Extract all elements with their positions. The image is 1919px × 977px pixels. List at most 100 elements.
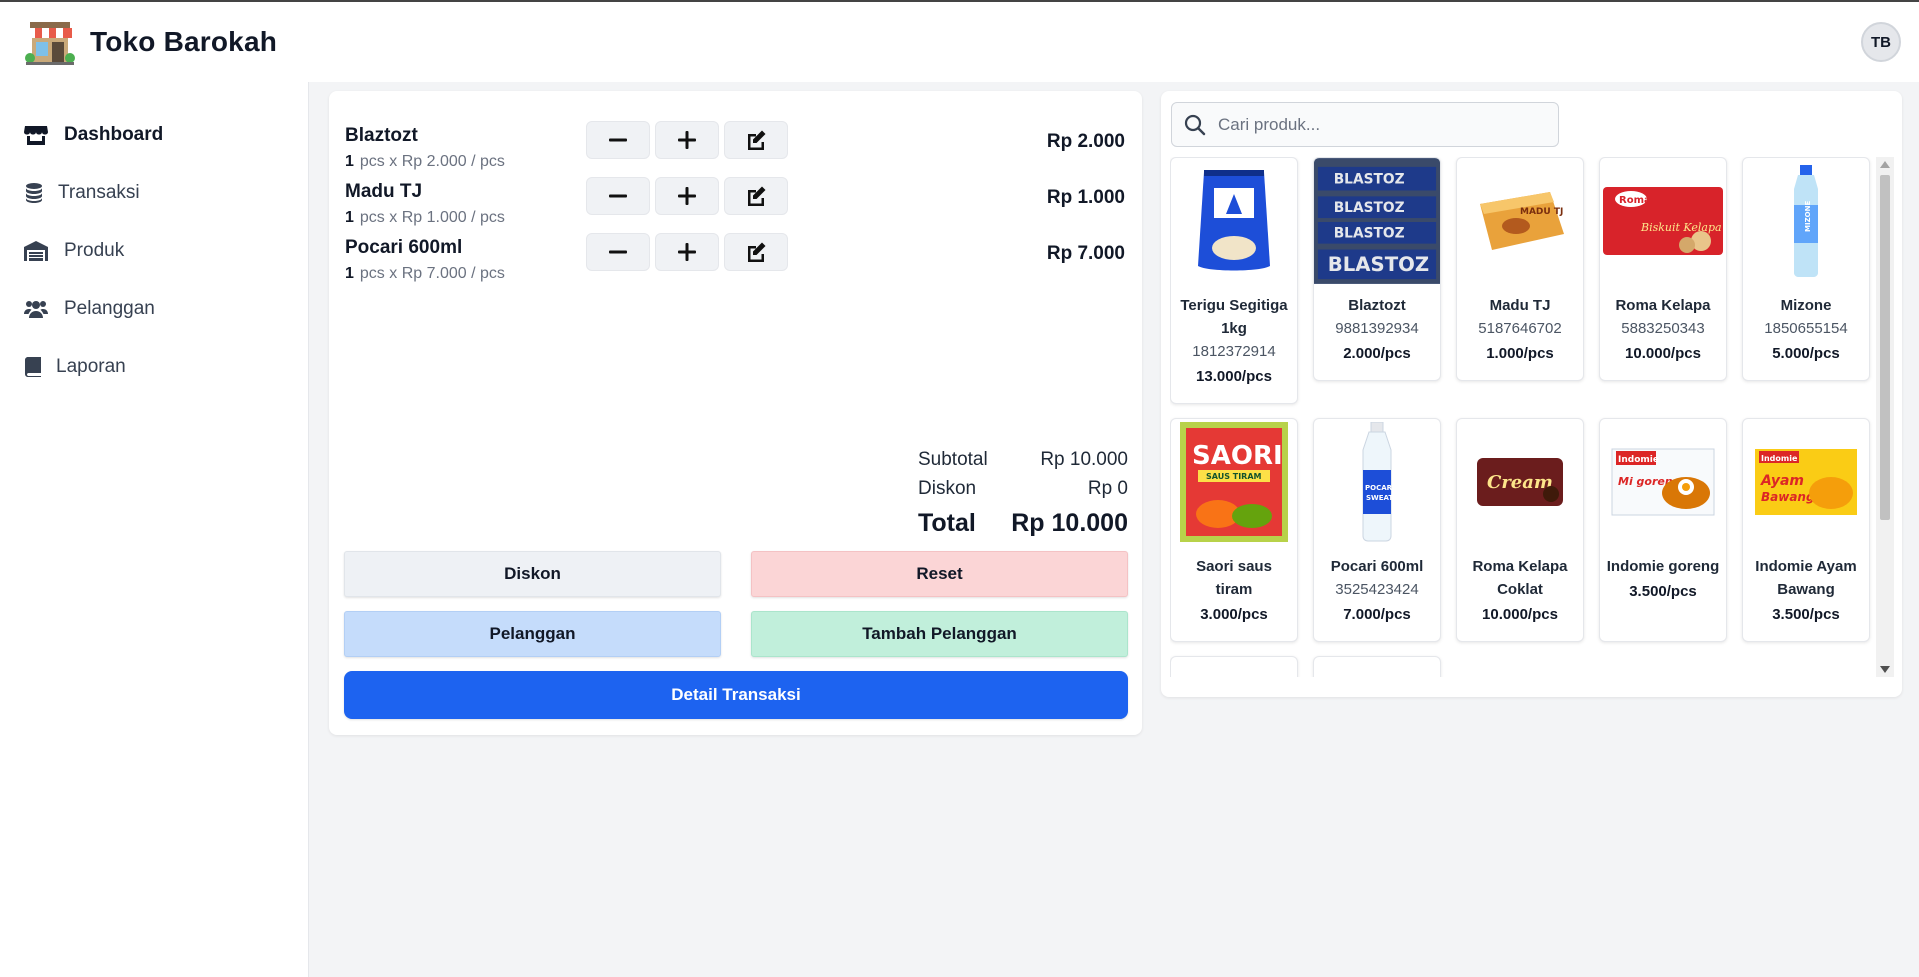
product-grid: Terigu Segitiga 1kg 1812372914 13.000/pc…: [1170, 157, 1881, 677]
edit-item-button[interactable]: [724, 233, 788, 271]
plus-icon: [678, 187, 696, 205]
scrollbar-thumb[interactable]: [1880, 175, 1890, 520]
product-code: 1812372914: [1192, 343, 1276, 360]
edit-item-button[interactable]: [724, 177, 788, 215]
svg-text:BLASTOZ: BLASTOZ: [1328, 253, 1429, 276]
top-header: Toko Barokah TB: [0, 2, 1919, 82]
cart-item-name: Pocari 600ml: [345, 237, 463, 258]
product-card[interactable]: Roma Biskuit Kelapa Roma Kelapa 588325034…: [1599, 157, 1727, 381]
search-input[interactable]: [1218, 114, 1538, 135]
sidebar-item-pelanggan[interactable]: Pelanggan: [0, 280, 308, 338]
product-card[interactable]: SAORI SAUS TIRAM Saori saus tiram 3.000/p…: [1170, 418, 1298, 642]
product-code: 1850655154: [1764, 320, 1848, 337]
minus-icon: [609, 194, 627, 198]
svg-text:Bawang: Bawang: [1761, 490, 1815, 504]
product-name: Madu TJ: [1489, 297, 1551, 314]
cart-item-name: Madu TJ: [345, 181, 423, 202]
sidebar-item-label: Transaksi: [58, 182, 140, 203]
svg-text:SAORI: SAORI: [1192, 441, 1283, 471]
svg-text:BLASTOZ: BLASTOZ: [1334, 200, 1405, 216]
product-card[interactable]: Cream Roma Kelapa Coklat 10.000/pcs: [1456, 418, 1584, 642]
discount-button[interactable]: Diskon: [344, 551, 721, 597]
sidebar: Dashboard Transaksi Produk Pelanggan Lap…: [0, 82, 309, 977]
warehouse-icon: [24, 240, 48, 262]
product-card[interactable]: MIZONE Mizone 1850655154 5.000/pcs: [1742, 157, 1870, 381]
product-card[interactable]: Indomie Ayam Bawang Indomie Ayam Bawang 3.…: [1742, 418, 1870, 642]
sidebar-item-produk[interactable]: Produk: [0, 222, 308, 280]
product-price: 7.000/pcs: [1343, 606, 1411, 623]
sidebar-item-laporan[interactable]: Laporan: [0, 338, 308, 396]
sidebar-item-label: Dashboard: [64, 124, 164, 145]
scroll-up-arrow-icon[interactable]: [1880, 161, 1890, 168]
increase-qty-button[interactable]: [655, 177, 719, 215]
svg-text:Cream: Cream: [1487, 472, 1553, 493]
product-image: POCARI SWEAT: [1314, 419, 1440, 545]
product-image: Indomie Mi goreng: [1600, 419, 1726, 545]
reset-button[interactable]: Reset: [751, 551, 1128, 597]
scroll-down-arrow-icon[interactable]: [1880, 666, 1890, 673]
product-card[interactable]: MADU TJ Madu TJ 5187646702 1.000/pcs: [1456, 157, 1584, 381]
product-price: 1.000/pcs: [1486, 345, 1554, 362]
cart-item-qty: 1 pcs x Rp 7.000 / pcs: [345, 265, 505, 282]
edit-item-button[interactable]: [724, 121, 788, 159]
product-card[interactable]: Terigu Segitiga 1kg 1812372914 13.000/pc…: [1170, 157, 1298, 404]
product-price: 10.000/pcs: [1482, 606, 1558, 623]
edit-icon: [748, 186, 766, 206]
product-price: 3.500/pcs: [1772, 606, 1840, 623]
product-name: Blaztozt: [1348, 297, 1406, 314]
decrease-qty-button[interactable]: [586, 121, 650, 159]
brand[interactable]: Toko Barokah: [24, 18, 277, 66]
product-card[interactable]: [1170, 656, 1298, 677]
product-name: Terigu Segitiga 1kg: [1180, 297, 1288, 337]
decrease-qty-button[interactable]: [586, 177, 650, 215]
users-icon: [24, 298, 48, 320]
product-image: MADU TJ: [1457, 158, 1583, 284]
svg-text:SAUS TIRAM: SAUS TIRAM: [1206, 472, 1262, 481]
product-code: 9881392934: [1335, 320, 1419, 337]
edit-icon: [748, 242, 766, 262]
sidebar-item-label: Laporan: [56, 356, 126, 377]
svg-text:MIZONE: MIZONE: [1804, 201, 1812, 232]
search-box[interactable]: [1171, 102, 1559, 147]
cart-item: Madu TJ 1 pcs x Rp 1.000 / pcs Rp 1.000: [345, 177, 1125, 237]
discount-label: Diskon: [918, 477, 977, 499]
product-code: 5187646702: [1478, 320, 1562, 337]
book-icon: [24, 356, 42, 378]
product-name: Indomie Ayam Bawang: [1755, 558, 1857, 598]
product-image: Indomie Ayam Bawang: [1743, 419, 1869, 545]
cart-item-price: Rp 1.000: [1046, 187, 1125, 208]
svg-text:POCARI: POCARI: [1365, 484, 1395, 492]
plus-icon: [678, 131, 696, 149]
sidebar-item-dashboard[interactable]: Dashboard: [0, 106, 308, 164]
sidebar-item-transaksi[interactable]: Transaksi: [0, 164, 308, 222]
subtotal-row: Subtotal Rp 10.000: [918, 445, 1128, 474]
product-card[interactable]: Indomie Mi goreng Indomie goreng 3.500/pc…: [1599, 418, 1727, 642]
product-code: 3525423424: [1335, 581, 1419, 598]
minus-icon: [609, 138, 627, 142]
transaction-detail-button[interactable]: Detail Transaksi: [344, 671, 1128, 719]
increase-qty-button[interactable]: [655, 121, 719, 159]
app-title: Toko Barokah: [90, 26, 278, 57]
product-name: Saori saus tiram: [1196, 558, 1272, 598]
product-price: 5.000/pcs: [1772, 345, 1840, 362]
user-avatar[interactable]: TB: [1861, 22, 1901, 62]
sidebar-item-label: Pelanggan: [64, 298, 155, 319]
svg-text:Indomie: Indomie: [1618, 455, 1659, 465]
product-name: Roma Kelapa Coklat: [1472, 558, 1568, 598]
total-label: Total: [918, 508, 976, 537]
increase-qty-button[interactable]: [655, 233, 719, 271]
product-card[interactable]: POCARI SWEAT Pocari 600ml 3525423424 7.00…: [1313, 418, 1441, 642]
subtotal-value: Rp 10.000: [1040, 448, 1128, 470]
cart-item-name: Blaztozt: [345, 125, 418, 146]
cart-item-qty: 1 pcs x Rp 2.000 / pcs: [345, 153, 505, 170]
shop-logo-icon: [25, 22, 75, 65]
svg-text:Roma: Roma: [1619, 195, 1651, 206]
decrease-qty-button[interactable]: [586, 233, 650, 271]
product-card[interactable]: BLASTOZ BLASTOZ BLASTOZ BLASTOZ Blaztozt 98…: [1313, 157, 1441, 381]
product-image: SAORI SAUS TIRAM: [1171, 419, 1297, 545]
product-scrollbar[interactable]: [1876, 157, 1894, 677]
product-card[interactable]: [1313, 656, 1441, 677]
add-customer-button[interactable]: Tambah Pelanggan: [751, 611, 1128, 657]
customer-button[interactable]: Pelanggan: [344, 611, 721, 657]
product-image: [1171, 158, 1297, 284]
